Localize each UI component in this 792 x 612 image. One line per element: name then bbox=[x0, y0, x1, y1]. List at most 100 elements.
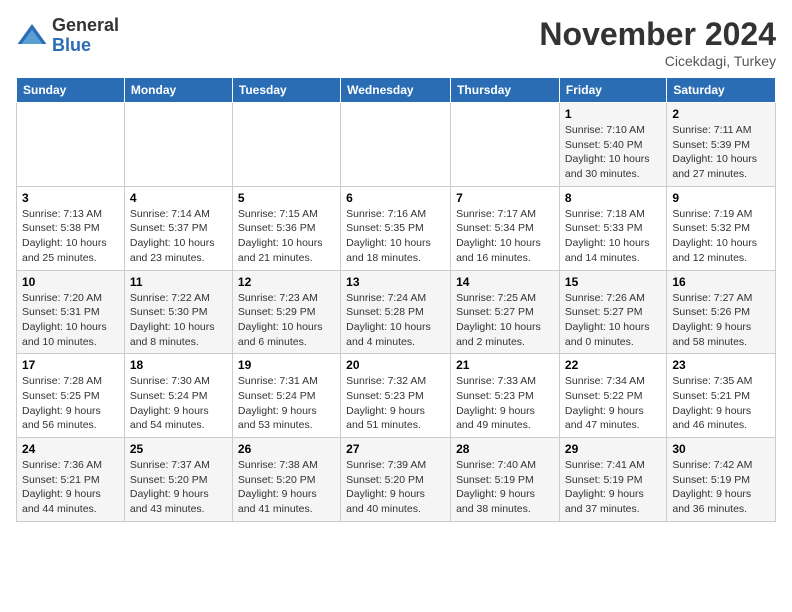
day-number: 13 bbox=[346, 275, 445, 289]
day-number: 4 bbox=[130, 191, 227, 205]
day-number: 26 bbox=[238, 442, 335, 456]
calendar-cell: 24 Sunrise: 7:36 AM Sunset: 5:21 PM Dayli… bbox=[17, 438, 125, 522]
day-number: 23 bbox=[672, 358, 770, 372]
day-number: 25 bbox=[130, 442, 227, 456]
weekday-header-wednesday: Wednesday bbox=[341, 78, 451, 103]
calendar-cell: 22 Sunrise: 7:34 AM Sunset: 5:22 PM Dayli… bbox=[559, 354, 666, 438]
day-number: 20 bbox=[346, 358, 445, 372]
day-number: 16 bbox=[672, 275, 770, 289]
calendar-cell: 28 Sunrise: 7:40 AM Sunset: 5:19 PM Dayli… bbox=[451, 438, 560, 522]
calendar-week-5: 24 Sunrise: 7:36 AM Sunset: 5:21 PM Dayli… bbox=[17, 438, 776, 522]
calendar-cell bbox=[232, 103, 340, 187]
day-info: Sunrise: 7:13 AM Sunset: 5:38 PM Dayligh… bbox=[22, 207, 119, 266]
calendar-week-4: 17 Sunrise: 7:28 AM Sunset: 5:25 PM Dayli… bbox=[17, 354, 776, 438]
day-number: 30 bbox=[672, 442, 770, 456]
day-number: 18 bbox=[130, 358, 227, 372]
calendar-cell: 17 Sunrise: 7:28 AM Sunset: 5:25 PM Dayli… bbox=[17, 354, 125, 438]
calendar-cell: 20 Sunrise: 7:32 AM Sunset: 5:23 PM Dayli… bbox=[341, 354, 451, 438]
day-info: Sunrise: 7:22 AM Sunset: 5:30 PM Dayligh… bbox=[130, 291, 227, 350]
day-number: 3 bbox=[22, 191, 119, 205]
day-info: Sunrise: 7:25 AM Sunset: 5:27 PM Dayligh… bbox=[456, 291, 554, 350]
day-number: 11 bbox=[130, 275, 227, 289]
calendar-cell: 23 Sunrise: 7:35 AM Sunset: 5:21 PM Dayli… bbox=[667, 354, 776, 438]
calendar-cell: 3 Sunrise: 7:13 AM Sunset: 5:38 PM Daylig… bbox=[17, 186, 125, 270]
logo-general: General bbox=[52, 15, 119, 35]
calendar-cell: 12 Sunrise: 7:23 AM Sunset: 5:29 PM Dayli… bbox=[232, 270, 340, 354]
day-info: Sunrise: 7:28 AM Sunset: 5:25 PM Dayligh… bbox=[22, 374, 119, 433]
calendar-cell: 19Sunrise: 7:31 AM Sunset: 5:24 PM Dayli… bbox=[232, 354, 340, 438]
day-number: 29 bbox=[565, 442, 661, 456]
location-subtitle: Cicekdagi, Turkey bbox=[539, 53, 776, 69]
calendar-cell: 7Sunrise: 7:17 AM Sunset: 5:34 PM Daylig… bbox=[451, 186, 560, 270]
calendar-week-1: 1Sunrise: 7:10 AM Sunset: 5:40 PM Daylig… bbox=[17, 103, 776, 187]
calendar-cell bbox=[451, 103, 560, 187]
day-number: 10 bbox=[22, 275, 119, 289]
title-block: November 2024 Cicekdagi, Turkey bbox=[539, 16, 776, 69]
day-number: 15 bbox=[565, 275, 661, 289]
calendar-cell bbox=[341, 103, 451, 187]
day-number: 17 bbox=[22, 358, 119, 372]
weekday-header-saturday: Saturday bbox=[667, 78, 776, 103]
day-info: Sunrise: 7:19 AM Sunset: 5:32 PM Dayligh… bbox=[672, 207, 770, 266]
calendar-cell: 5 Sunrise: 7:15 AM Sunset: 5:36 PM Daylig… bbox=[232, 186, 340, 270]
day-number: 8 bbox=[565, 191, 661, 205]
day-info: Sunrise: 7:33 AM Sunset: 5:23 PM Dayligh… bbox=[456, 374, 554, 433]
day-info: Sunrise: 7:41 AM Sunset: 5:19 PM Dayligh… bbox=[565, 458, 661, 517]
day-number: 5 bbox=[238, 191, 335, 205]
day-number: 7 bbox=[456, 191, 554, 205]
day-number: 28 bbox=[456, 442, 554, 456]
calendar-cell bbox=[124, 103, 232, 187]
calendar-cell: 8 Sunrise: 7:18 AM Sunset: 5:33 PM Daylig… bbox=[559, 186, 666, 270]
day-info: Sunrise: 7:14 AM Sunset: 5:37 PM Dayligh… bbox=[130, 207, 227, 266]
weekday-header-row: SundayMondayTuesdayWednesdayThursdayFrid… bbox=[17, 78, 776, 103]
day-info: Sunrise: 7:37 AM Sunset: 5:20 PM Dayligh… bbox=[130, 458, 227, 517]
day-info: Sunrise: 7:18 AM Sunset: 5:33 PM Dayligh… bbox=[565, 207, 661, 266]
page-header: General Blue November 2024 Cicekdagi, Tu… bbox=[16, 16, 776, 69]
logo-blue: Blue bbox=[52, 35, 91, 55]
calendar-cell: 13Sunrise: 7:24 AM Sunset: 5:28 PM Dayli… bbox=[341, 270, 451, 354]
logo-icon bbox=[16, 20, 48, 52]
calendar-cell: 14 Sunrise: 7:25 AM Sunset: 5:27 PM Dayli… bbox=[451, 270, 560, 354]
calendar-cell: 2Sunrise: 7:11 AM Sunset: 5:39 PM Daylig… bbox=[667, 103, 776, 187]
calendar-table: SundayMondayTuesdayWednesdayThursdayFrid… bbox=[16, 77, 776, 522]
day-info: Sunrise: 7:30 AM Sunset: 5:24 PM Dayligh… bbox=[130, 374, 227, 433]
day-info: Sunrise: 7:40 AM Sunset: 5:19 PM Dayligh… bbox=[456, 458, 554, 517]
day-number: 9 bbox=[672, 191, 770, 205]
weekday-header-thursday: Thursday bbox=[451, 78, 560, 103]
day-info: Sunrise: 7:16 AM Sunset: 5:35 PM Dayligh… bbox=[346, 207, 445, 266]
calendar-cell: 29 Sunrise: 7:41 AM Sunset: 5:19 PM Dayli… bbox=[559, 438, 666, 522]
calendar-cell: 11 Sunrise: 7:22 AM Sunset: 5:30 PM Dayli… bbox=[124, 270, 232, 354]
weekday-header-tuesday: Tuesday bbox=[232, 78, 340, 103]
day-number: 1 bbox=[565, 107, 661, 121]
day-number: 12 bbox=[238, 275, 335, 289]
day-info: Sunrise: 7:32 AM Sunset: 5:23 PM Dayligh… bbox=[346, 374, 445, 433]
weekday-header-sunday: Sunday bbox=[17, 78, 125, 103]
logo: General Blue bbox=[16, 16, 119, 56]
day-info: Sunrise: 7:15 AM Sunset: 5:36 PM Dayligh… bbox=[238, 207, 335, 266]
day-info: Sunrise: 7:35 AM Sunset: 5:21 PM Dayligh… bbox=[672, 374, 770, 433]
day-number: 19 bbox=[238, 358, 335, 372]
day-info: Sunrise: 7:39 AM Sunset: 5:20 PM Dayligh… bbox=[346, 458, 445, 517]
calendar-cell: 10Sunrise: 7:20 AM Sunset: 5:31 PM Dayli… bbox=[17, 270, 125, 354]
day-info: Sunrise: 7:36 AM Sunset: 5:21 PM Dayligh… bbox=[22, 458, 119, 517]
calendar-week-3: 10Sunrise: 7:20 AM Sunset: 5:31 PM Dayli… bbox=[17, 270, 776, 354]
calendar-cell: 26Sunrise: 7:38 AM Sunset: 5:20 PM Dayli… bbox=[232, 438, 340, 522]
day-info: Sunrise: 7:27 AM Sunset: 5:26 PM Dayligh… bbox=[672, 291, 770, 350]
calendar-cell: 25 Sunrise: 7:37 AM Sunset: 5:20 PM Dayli… bbox=[124, 438, 232, 522]
day-number: 6 bbox=[346, 191, 445, 205]
day-info: Sunrise: 7:34 AM Sunset: 5:22 PM Dayligh… bbox=[565, 374, 661, 433]
calendar-cell: 15Sunrise: 7:26 AM Sunset: 5:27 PM Dayli… bbox=[559, 270, 666, 354]
logo-text: General Blue bbox=[52, 16, 119, 56]
calendar-cell: 9 Sunrise: 7:19 AM Sunset: 5:32 PM Daylig… bbox=[667, 186, 776, 270]
day-info: Sunrise: 7:42 AM Sunset: 5:19 PM Dayligh… bbox=[672, 458, 770, 517]
calendar-cell: 6 Sunrise: 7:16 AM Sunset: 5:35 PM Daylig… bbox=[341, 186, 451, 270]
day-info: Sunrise: 7:23 AM Sunset: 5:29 PM Dayligh… bbox=[238, 291, 335, 350]
calendar-week-2: 3 Sunrise: 7:13 AM Sunset: 5:38 PM Daylig… bbox=[17, 186, 776, 270]
calendar-cell bbox=[17, 103, 125, 187]
weekday-header-monday: Monday bbox=[124, 78, 232, 103]
day-number: 21 bbox=[456, 358, 554, 372]
day-number: 22 bbox=[565, 358, 661, 372]
day-number: 24 bbox=[22, 442, 119, 456]
day-number: 14 bbox=[456, 275, 554, 289]
calendar-cell: 1Sunrise: 7:10 AM Sunset: 5:40 PM Daylig… bbox=[559, 103, 666, 187]
